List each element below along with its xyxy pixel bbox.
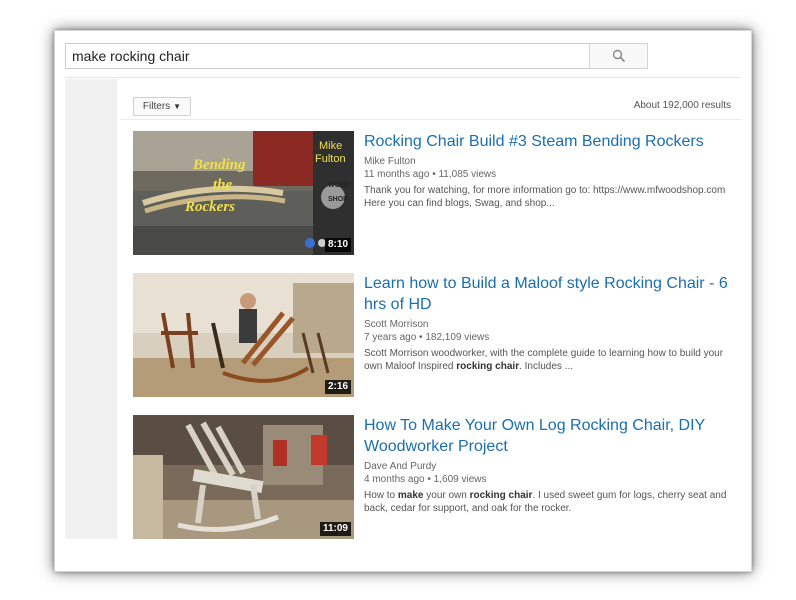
search-icon	[612, 49, 625, 63]
video-views: 11,085 views	[438, 169, 497, 180]
description-highlight: rocking chair	[456, 361, 520, 372]
thumb-brand-wood: WOOD	[328, 182, 351, 189]
video-info: Learn how to Build a Maloof style Rockin…	[364, 273, 734, 373]
filters-button[interactable]: Filters ▼	[133, 97, 191, 116]
video-thumbnail[interactable]: Bending the Rockers Mike Fulton WOOD SHO…	[133, 131, 354, 255]
video-info: How To Make Your Own Log Rocking Chair, …	[364, 415, 734, 515]
video-description: Thank you for watching, for more informa…	[364, 185, 726, 209]
video-description: Scott Morrison woodworker, with the comp…	[364, 347, 734, 373]
video-result: 11:09 How To Make Your Own Log Rocking C…	[133, 415, 733, 541]
filters-label: Filters	[142, 101, 171, 112]
video-age: 4 months ago	[364, 474, 425, 485]
description-text: your own	[423, 490, 470, 501]
thumb-text-rockers: Rockers	[184, 199, 235, 215]
thumb-text-bending: Bending	[192, 157, 246, 173]
channel-name[interactable]: Dave And Purdy	[364, 460, 734, 473]
results-count: About 192,000 results	[633, 100, 731, 111]
video-duration: 2:16	[324, 380, 351, 394]
header-divider	[65, 77, 741, 78]
play-icon	[305, 238, 315, 248]
caret-down-icon: ▼	[173, 102, 182, 111]
video-result: 2:16 Learn how to Build a Maloof style R…	[133, 273, 733, 399]
video-age: 11 months ago	[364, 169, 430, 180]
channel-name[interactable]: Scott Morrison	[364, 318, 734, 331]
thumbnail-image-log-rocking-chair	[133, 415, 354, 539]
thumb-brand-mike: Mike	[319, 140, 342, 152]
description-text: How to	[364, 490, 398, 501]
search-button[interactable]	[589, 43, 648, 69]
thumb-text-the: the	[213, 177, 233, 193]
video-thumbnail[interactable]: 2:16	[133, 273, 354, 397]
filters-divider	[121, 119, 741, 120]
video-result: Bending the Rockers Mike Fulton WOOD SHO…	[133, 131, 733, 257]
video-thumbnail[interactable]: 11:09	[133, 415, 354, 539]
description-highlight: make	[397, 490, 424, 501]
description-text: . Includes ...	[519, 361, 574, 372]
thumbnail-image-maloof-workshop	[133, 273, 354, 397]
search-input[interactable]	[65, 43, 595, 69]
thumb-brand-fulton: Fulton	[315, 153, 346, 165]
video-views: 182,109 views	[425, 332, 490, 343]
results-pane: Filters ▼ About 192,000 results Bending	[117, 79, 741, 549]
video-description: How to make your own rocking chair. I us…	[364, 489, 734, 515]
channel-name[interactable]: Mike Fulton	[364, 155, 734, 168]
video-meta: 11 months ago • 11,085 views	[364, 169, 497, 180]
thumb-brand-shop: SHOP	[328, 196, 348, 203]
video-views: 1,609 views	[433, 474, 487, 485]
browser-frame: Filters ▼ About 192,000 results Bending	[54, 30, 752, 572]
video-duration: 8:10	[324, 238, 351, 252]
video-duration: 11:09	[319, 522, 351, 536]
video-info: Rocking Chair Build #3 Steam Bending Roc…	[364, 131, 734, 210]
video-age: 7 years ago	[364, 332, 417, 343]
description-highlight: rocking chair	[469, 490, 533, 501]
video-title[interactable]: Learn how to Build a Maloof style Rockin…	[364, 273, 734, 315]
video-title[interactable]: How To Make Your Own Log Rocking Chair, …	[364, 415, 734, 457]
video-meta: 4 months ago • 1,609 views	[364, 474, 487, 485]
search-bar	[65, 43, 649, 69]
video-meta: 7 years ago • 182,109 views	[364, 332, 490, 343]
thumbnail-image-steam-bending: Bending the Rockers Mike Fulton WOOD SHO…	[133, 131, 354, 255]
left-guide-panel	[65, 79, 117, 539]
video-title[interactable]: Rocking Chair Build #3 Steam Bending Roc…	[364, 131, 734, 152]
